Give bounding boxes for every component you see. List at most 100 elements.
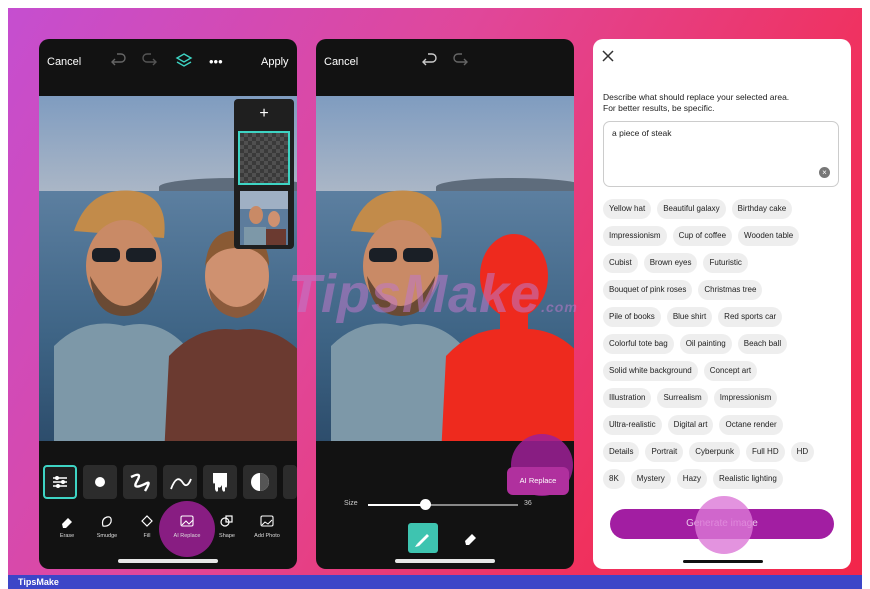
suggestion-chip[interactable]: Colorful tote bag xyxy=(603,334,674,354)
brush-scribble-button[interactable] xyxy=(123,465,157,499)
suggestion-chip[interactable]: 8K xyxy=(603,469,625,489)
chip-row: Ultra-realistic Digital art Octane render xyxy=(603,415,843,435)
suggestion-chip[interactable]: Brown eyes xyxy=(643,253,698,273)
tab-smudge-label: Smudge xyxy=(96,533,118,539)
suggestion-chip[interactable]: Red sports car xyxy=(718,307,783,327)
watermark: TipsMake.com xyxy=(288,263,578,325)
smudge-icon xyxy=(101,516,112,527)
suggestion-chip[interactable]: Impressionism xyxy=(603,226,667,246)
size-slider-knob[interactable] xyxy=(420,499,431,510)
suggestion-chip[interactable]: Details xyxy=(603,442,640,462)
add-layer-button[interactable]: + xyxy=(234,105,294,123)
redo-icon[interactable] xyxy=(450,51,470,71)
chip-row: Yellow hat Beautiful galaxy Birthday cake xyxy=(603,199,843,219)
brush-more-button[interactable] xyxy=(283,465,297,499)
suggestion-chip[interactable]: Cup of coffee xyxy=(672,226,733,246)
instructions: Describe what should replace your select… xyxy=(603,92,839,114)
suggestion-chip[interactable]: Concept art xyxy=(703,361,758,381)
layers-panel: + xyxy=(234,99,294,249)
prompt-value: a piece of steak xyxy=(612,128,672,138)
size-value: 36 xyxy=(524,500,532,507)
close-icon[interactable] xyxy=(601,49,615,63)
add-photo-icon xyxy=(260,515,274,527)
suggestion-chip[interactable]: Impressionism xyxy=(713,388,778,408)
suggestion-chip[interactable]: Wooden table xyxy=(738,226,800,246)
prompt-input[interactable]: a piece of steak × xyxy=(603,121,839,187)
suggestion-chip[interactable]: Octane render xyxy=(719,415,783,435)
top-bar: Cancel xyxy=(316,39,574,85)
undo-icon[interactable] xyxy=(420,51,440,71)
layer-mask-thumbnail[interactable] xyxy=(238,131,290,185)
suggestion-chip[interactable]: Birthday cake xyxy=(731,199,793,219)
suggestion-chip[interactable]: Beautiful galaxy xyxy=(657,199,726,219)
tab-fill-label: Fill xyxy=(143,533,151,539)
suggestion-chip[interactable]: Surrealism xyxy=(657,388,708,408)
undo-icon[interactable] xyxy=(109,51,129,71)
tab-ai-replace-label: AI Replace xyxy=(173,533,201,539)
redo-icon[interactable] xyxy=(139,51,159,71)
tab-shape[interactable]: Shape xyxy=(207,513,247,539)
apply-button[interactable]: Apply xyxy=(261,56,289,68)
suggestion-chip[interactable]: Solid white background xyxy=(603,361,698,381)
suggestion-chip[interactable]: Illustration xyxy=(603,388,652,408)
brush-drip-button[interactable] xyxy=(203,465,237,499)
eraser-icon xyxy=(465,534,476,545)
chip-row: Cubist Brown eyes Futuristic xyxy=(603,253,843,273)
suggestion-chip[interactable]: Bouquet of pink roses xyxy=(603,280,693,300)
chip-row: Details Portrait Cyberpunk Full HD HD xyxy=(603,442,843,462)
ai-replace-icon xyxy=(180,515,194,527)
cancel-button[interactable]: Cancel xyxy=(47,56,81,68)
tool-tabs: Erase Smudge Fill AI Replace Shape Add P… xyxy=(39,501,297,557)
tab-erase-label: Erase xyxy=(59,533,75,539)
suggestion-chip[interactable]: Yellow hat xyxy=(603,199,652,219)
brush-curve-button[interactable] xyxy=(163,465,197,499)
suggestion-chip[interactable]: Mystery xyxy=(630,469,671,489)
suggestion-chip[interactable]: Full HD xyxy=(745,442,785,462)
suggestion-chip[interactable]: Cyberpunk xyxy=(689,442,740,462)
layer-photo-thumbnail[interactable] xyxy=(240,191,288,245)
footer-brand: TipsMake xyxy=(18,577,59,587)
tab-erase[interactable]: Erase xyxy=(47,513,87,539)
suggestion-chips: Yellow hat Beautiful galaxy Birthday cake I… xyxy=(603,199,843,496)
layers-icon[interactable] xyxy=(174,51,194,71)
shape-icon xyxy=(220,515,233,527)
watermark-suffix: .com xyxy=(541,299,578,315)
size-slider-fill xyxy=(368,504,425,506)
suggestion-chip[interactable]: Realistic lighting xyxy=(713,469,783,489)
suggestion-chip[interactable]: Ultra-realistic xyxy=(603,415,662,435)
tab-ai-replace[interactable]: AI Replace xyxy=(167,513,207,539)
suggestion-chip[interactable]: Hazy xyxy=(676,469,708,489)
more-options-icon[interactable]: ••• xyxy=(209,54,223,69)
brush-soft-button[interactable] xyxy=(243,465,277,499)
suggestion-chip[interactable]: Beach ball xyxy=(737,334,788,354)
ai-replace-button[interactable]: AI Replace xyxy=(507,467,569,495)
home-indicator xyxy=(683,560,763,563)
instructions-line-2: For better results, be specific. xyxy=(603,103,715,113)
footer-brand-bar: TipsMake xyxy=(8,575,862,589)
suggestion-chip[interactable]: Futuristic xyxy=(703,253,748,273)
clear-input-icon[interactable]: × xyxy=(819,167,830,178)
suggestion-chip[interactable]: Blue shirt xyxy=(666,307,713,327)
tap-highlight xyxy=(695,496,753,554)
chip-row: Impressionism Cup of coffee Wooden table xyxy=(603,226,843,246)
chip-row: Colorful tote bag Oil painting Beach ball xyxy=(603,334,843,354)
tab-smudge[interactable]: Smudge xyxy=(87,513,127,539)
suggestion-chip[interactable]: Pile of books xyxy=(603,307,661,327)
brush-tool-button[interactable] xyxy=(408,523,438,553)
tab-add-photo-label: Add Photo xyxy=(254,533,280,539)
instructions-line-1: Describe what should replace your select… xyxy=(603,92,790,102)
top-bar: Cancel ••• Apply xyxy=(39,39,297,85)
tab-add-photo[interactable]: Add Photo xyxy=(247,513,287,539)
eraser-tool-button[interactable] xyxy=(462,529,480,547)
cancel-button[interactable]: Cancel xyxy=(324,56,358,68)
suggestion-chip[interactable]: Portrait xyxy=(645,442,684,462)
size-slider-row: Size 36 xyxy=(316,495,574,515)
suggestion-chip[interactable]: Digital art xyxy=(667,415,714,435)
brush-settings-button[interactable] xyxy=(43,465,77,499)
size-slider[interactable] xyxy=(368,499,518,510)
suggestion-chip[interactable]: HD xyxy=(790,442,815,462)
suggestion-chip[interactable]: Oil painting xyxy=(679,334,732,354)
suggestion-chip[interactable]: Christmas tree xyxy=(698,280,763,300)
suggestion-chip[interactable]: Cubist xyxy=(603,253,638,273)
brush-round-button[interactable] xyxy=(83,465,117,499)
